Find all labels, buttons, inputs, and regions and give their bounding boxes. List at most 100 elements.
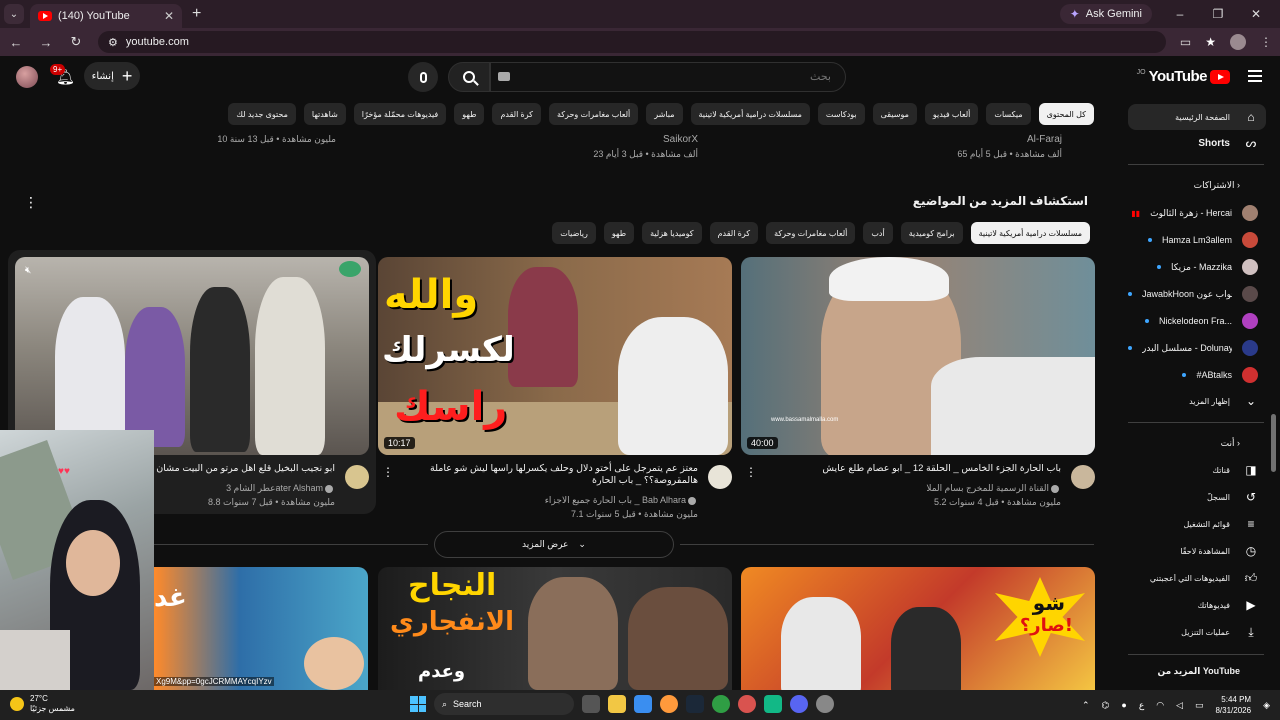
reload-icon[interactable]: ↻ xyxy=(68,34,84,50)
restore-button[interactable]: ❐ xyxy=(1208,7,1228,21)
video-thumbnail[interactable]: 🔇︎ xyxy=(15,257,369,455)
chip-action-games[interactable]: ألعاب مغامرات وحركة xyxy=(548,103,639,125)
chip-video-games[interactable]: ألعاب فيديو xyxy=(924,103,979,125)
browser-tab-youtube[interactable]: (140) YouTube ✕ xyxy=(30,4,182,28)
subscription-item[interactable]: Nickelodeon Fra... xyxy=(1128,310,1266,332)
topic-chip[interactable]: أدب xyxy=(863,222,893,244)
chip-new-to-you[interactable]: محتوى جديد لك xyxy=(228,103,296,125)
search-button[interactable] xyxy=(448,62,490,92)
video-title[interactable]: باب الحارة الجزء الخامس _ الحلقة 12 _ اب… xyxy=(761,463,1061,475)
chip-cooking[interactable]: طهو xyxy=(454,103,485,125)
back-arrow-icon[interactable]: ← xyxy=(8,35,24,50)
wifi-icon[interactable]: ◠ xyxy=(1156,700,1164,711)
video-channel-row[interactable]: القناة الرسمية للمخرج بسام الملا xyxy=(926,483,1061,494)
youtube-logo[interactable]: JO YouTube xyxy=(1137,68,1230,85)
app-icon[interactable] xyxy=(764,695,782,713)
topic-chip[interactable]: رياضيات xyxy=(552,222,596,244)
channel-avatar[interactable] xyxy=(708,465,732,489)
new-tab-button[interactable]: + xyxy=(192,5,201,23)
chip-music[interactable]: موسيقى xyxy=(872,103,917,125)
sidebar-item-home[interactable]: الصفحة الرئيسية ⌂ xyxy=(1128,104,1266,130)
video-thumbnail[interactable]: والله لكسرلك راسك 10:17 xyxy=(378,257,732,455)
address-bar[interactable]: ⚙ youtube.com xyxy=(98,31,1166,53)
search-input[interactable] xyxy=(490,62,846,92)
tab-search-button[interactable]: ⌄ xyxy=(4,4,24,24)
taskbar-search[interactable]: ⌕ Search xyxy=(434,693,574,715)
notifications-icon[interactable]: ◈ xyxy=(1263,700,1270,711)
task-view-icon[interactable] xyxy=(582,695,600,713)
tab-close-icon[interactable]: ✕ xyxy=(164,9,174,23)
chip-podcasts[interactable]: بودكاست xyxy=(817,103,865,125)
battery-icon[interactable]: ▭ xyxy=(1195,700,1204,711)
guide-menu-icon[interactable] xyxy=(1248,70,1262,82)
voice-search-button[interactable] xyxy=(408,62,438,92)
topic-chip[interactable]: طهو xyxy=(603,222,635,244)
video-thumbnail[interactable]: النجاح الانفجاري وعدم xyxy=(378,567,732,690)
chip-watched[interactable]: شاهدتها xyxy=(303,103,346,125)
weather-widget[interactable]: 27°C مشمس جزئيًا xyxy=(10,694,75,714)
video-menu-icon[interactable]: ⋮ xyxy=(382,465,394,479)
topic-chip[interactable]: كرة القدم xyxy=(709,222,759,244)
chip-football[interactable]: كرة القدم xyxy=(492,103,541,125)
windows-start-icon[interactable] xyxy=(410,696,426,712)
network-icon[interactable]: ⌬ xyxy=(1102,700,1110,711)
chip-all[interactable]: كل المحتوى xyxy=(1038,103,1094,125)
section-menu-icon[interactable]: ⋮ xyxy=(24,194,38,211)
show-more-subscriptions[interactable]: إظهار المزيد ⌄ xyxy=(1128,388,1266,414)
microphone-icon[interactable]: ● xyxy=(1121,700,1126,710)
browser-profile-avatar[interactable] xyxy=(1230,34,1246,50)
top-card1-channel[interactable]: Al-Faraj xyxy=(1027,134,1062,145)
browser-menu-icon[interactable]: ⋮ xyxy=(1260,35,1272,49)
sidebar-item-your-videos[interactable]: فيديوهاتك ▶ xyxy=(1128,592,1266,618)
top-card2-channel[interactable]: SaikorX xyxy=(663,134,698,145)
chevron-up-icon[interactable]: ⌃ xyxy=(1082,700,1090,711)
video-channel-row[interactable]: باب الحارة جميع الاجزاء _ Bab Alhara xyxy=(545,495,698,506)
file-explorer-icon[interactable] xyxy=(608,695,626,713)
minimize-button[interactable]: – xyxy=(1170,7,1190,21)
video-thumbnail[interactable]: غد Xg9M&pp=0gcJCRMMAYcqIYzv xyxy=(154,567,368,690)
channel-avatar[interactable] xyxy=(345,465,369,489)
sidebar-item-history[interactable]: السجلّ ↺ xyxy=(1128,484,1266,510)
sidebar-item-your-channel[interactable]: قناتك ◨ xyxy=(1128,457,1266,483)
show-more-button[interactable]: عرض المزيد ⌄ xyxy=(434,531,674,558)
chip-mixes[interactable]: ميكسات xyxy=(986,103,1031,125)
video-thumbnail[interactable]: www.bassamalmalla.com 40:00 xyxy=(741,257,1095,455)
topic-chip[interactable]: ألعاب مغامرات وحركة xyxy=(766,222,856,244)
account-avatar[interactable] xyxy=(16,66,38,88)
subscription-item[interactable]: ▮▮ زهرة الثالوث - Hercai xyxy=(1128,202,1266,224)
settings-icon[interactable] xyxy=(816,695,834,713)
sidebar-item-downloads[interactable]: عمليات التنزيل ⤓ xyxy=(1128,619,1266,645)
chrome-profile-icon[interactable] xyxy=(738,695,756,713)
subscription-item[interactable]: #ABtalks xyxy=(1128,364,1266,386)
taskbar-clock[interactable]: 5:44 PM 8/31/2026 xyxy=(1215,694,1251,716)
mute-icon[interactable]: 🔇︎ xyxy=(25,265,31,276)
copilot-icon[interactable] xyxy=(634,695,652,713)
discord-icon[interactable] xyxy=(790,695,808,713)
topic-chip[interactable]: برامج كوميدية xyxy=(900,222,963,244)
channel-avatar[interactable] xyxy=(1071,465,1095,489)
steam-icon[interactable] xyxy=(686,695,704,713)
ask-gemini-button[interactable]: ✦ Ask Gemini xyxy=(1059,4,1152,24)
language-indicator[interactable]: ع xyxy=(1139,700,1144,711)
video-card[interactable]: www.bassamalmalla.com 40:00 باب الحارة ا… xyxy=(741,257,1095,507)
site-info-icon[interactable]: ⚙ xyxy=(108,36,118,49)
volume-icon[interactable]: ◁ xyxy=(1176,700,1183,711)
app-icon[interactable] xyxy=(660,695,678,713)
topic-chip[interactable]: مسلسلات درامية أمريكية لاتينية xyxy=(970,222,1090,244)
video-thumbnail[interactable]: شو صار؟! xyxy=(741,567,1095,690)
subscription-item[interactable]: Hamza Lm3allem xyxy=(1128,229,1266,251)
sidebar-item-shorts[interactable]: Shorts ᔕ xyxy=(1128,130,1266,156)
create-button[interactable]: إنشاء + xyxy=(84,62,140,90)
subscription-item[interactable]: JawabkHoon جواب عون xyxy=(1128,283,1266,305)
you-heading[interactable]: أنت › xyxy=(1128,438,1248,449)
subscription-item[interactable]: مزيكا - Mazzika xyxy=(1128,256,1266,278)
chrome-icon[interactable] xyxy=(712,695,730,713)
topic-chip[interactable]: كوميديا هزلية xyxy=(642,222,702,244)
close-window-button[interactable]: ✕ xyxy=(1246,7,1266,21)
subscription-item[interactable]: مسلسل البدر - Dolunay xyxy=(1128,337,1266,359)
bookmark-star-icon[interactable]: ★ xyxy=(1205,35,1216,49)
video-card[interactable]: والله لكسرلك راسك 10:17 معتز عم يتمرجل ع… xyxy=(378,257,732,519)
sidebar-item-watch-later[interactable]: المشاهدة لاحقًا ◷ xyxy=(1128,538,1266,564)
sidebar-item-liked-videos[interactable]: الفيديوهات التي أعجبتني 👍︎ xyxy=(1128,565,1266,591)
video-title[interactable]: معتز عم يتمرجل على أختو دلال وحلف يكسرله… xyxy=(398,463,698,487)
